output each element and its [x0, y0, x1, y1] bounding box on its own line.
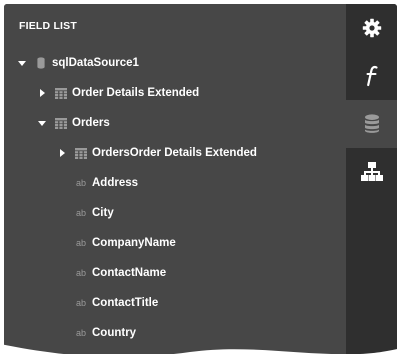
- tree-node-order-details-extended[interactable]: Order Details Extended: [4, 78, 346, 108]
- sidebar-item-properties[interactable]: [346, 4, 397, 52]
- tree-field-item[interactable]: ab ContactTitle: [4, 288, 346, 318]
- database-icon: [364, 114, 379, 133]
- field-label: Address: [92, 177, 139, 189]
- field-list-panel: FIELD LIST sqlDataSource1 Order Details …: [4, 4, 346, 354]
- chevron-down-icon[interactable]: [17, 58, 27, 68]
- table-icon: [75, 147, 87, 159]
- string-field-icon: ab: [76, 208, 87, 218]
- tree-field-item[interactable]: ab Address: [4, 168, 346, 198]
- order-details-extended-label: Order Details Extended: [72, 87, 200, 99]
- field-list-window: FIELD LIST sqlDataSource1 Order Details …: [4, 4, 397, 354]
- function-icon: [366, 65, 378, 87]
- tree-field-item[interactable]: ab ContactName: [4, 258, 346, 288]
- tree-node-orders[interactable]: Orders: [4, 108, 346, 138]
- gear-icon: [362, 18, 381, 38]
- chevron-right-icon[interactable]: [57, 148, 67, 158]
- field-label: CompanyName: [92, 237, 176, 249]
- sidebar-item-field-list[interactable]: [346, 100, 397, 148]
- table-icon: [55, 117, 67, 129]
- string-field-icon: ab: [76, 178, 87, 188]
- field-label: ContactTitle: [92, 297, 159, 309]
- string-field-icon: ab: [76, 268, 87, 278]
- torn-edge-decoration: [0, 344, 402, 362]
- tree-node-datasource[interactable]: sqlDataSource1: [4, 48, 346, 78]
- field-label: ContactName: [92, 267, 167, 279]
- orders-order-details-extended-label: OrdersOrder Details Extended: [92, 147, 257, 159]
- table-icon: [55, 87, 67, 99]
- datasource-icon: [37, 57, 45, 69]
- datasource-label: sqlDataSource1: [52, 57, 139, 69]
- sidebar-item-report-explorer[interactable]: [346, 148, 397, 196]
- tree-node-orders-order-details-extended[interactable]: OrdersOrder Details Extended: [4, 138, 346, 168]
- sidebar: [346, 4, 397, 354]
- chevron-down-icon[interactable]: [37, 118, 47, 128]
- field-label: City: [92, 207, 114, 219]
- orders-label: Orders: [72, 117, 110, 129]
- sidebar-item-expressions[interactable]: [346, 52, 397, 100]
- hierarchy-icon: [360, 162, 383, 181]
- chevron-right-icon[interactable]: [37, 88, 47, 98]
- tree-field-item[interactable]: ab CompanyName: [4, 228, 346, 258]
- panel-title: FIELD LIST: [19, 20, 77, 32]
- string-field-icon: ab: [76, 238, 87, 248]
- string-field-icon: ab: [76, 298, 87, 308]
- tree-field-item[interactable]: ab City: [4, 198, 346, 228]
